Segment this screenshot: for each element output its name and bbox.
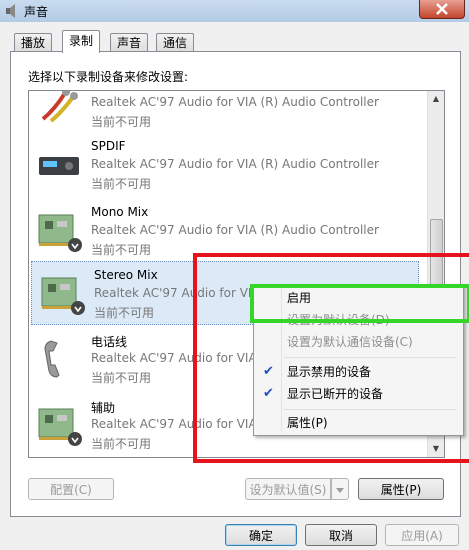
sound-card-icon bbox=[38, 214, 82, 252]
instruction-text: 选择以下录制设备来修改设置: bbox=[28, 70, 189, 84]
context-menu: 启用 设置为默认设备(D) 设置为默认通信设备(C) ✔ 显示禁用的设备 ✔ 显… bbox=[253, 284, 464, 436]
menu-item-set-default-comm-device[interactable]: 设置为默认通信设备(C) bbox=[256, 331, 459, 353]
scroll-up-icon[interactable]: ▲ bbox=[428, 91, 444, 107]
telephone-icon bbox=[44, 340, 60, 378]
checkmark-icon: ✔ bbox=[263, 386, 274, 401]
list-item-spdif[interactable]: SPDIF Realtek AC'97 Audio for VIA (R) Au… bbox=[29, 133, 428, 197]
device-driver: Realtek AC'97 Audio for VIA bbox=[91, 417, 257, 431]
list-item-mono-mix[interactable]: Mono Mix Realtek AC'97 Audio for VIA (R)… bbox=[29, 199, 428, 263]
ok-button[interactable]: 确定 bbox=[225, 524, 297, 546]
menu-separator bbox=[284, 409, 456, 410]
device-driver: Realtek AC'97 Audio for VIA bbox=[94, 286, 260, 300]
device-state: 当前不可用 bbox=[94, 306, 155, 320]
list-item-device[interactable]: Realtek AC'97 Audio for VIA (R) Audio Co… bbox=[29, 91, 428, 135]
tab-communications[interactable]: 通信 bbox=[156, 33, 195, 52]
window-title: 声音 bbox=[24, 5, 49, 19]
device-driver: Realtek AC'97 Audio for VIA bbox=[91, 351, 257, 365]
menu-item-set-default-device[interactable]: 设置为默认设备(D) bbox=[256, 309, 459, 331]
set-default-button[interactable]: 设为默认值(S) bbox=[245, 478, 331, 500]
device-name: SPDIF bbox=[91, 139, 126, 153]
device-state: 当前不可用 bbox=[91, 437, 152, 451]
menu-item-show-disconnected[interactable]: ✔ 显示已断开的设备 bbox=[256, 383, 459, 405]
tab-recording[interactable]: 录制 bbox=[62, 30, 101, 53]
menu-item-show-disabled[interactable]: ✔ 显示禁用的设备 bbox=[256, 361, 459, 383]
close-button[interactable] bbox=[419, 0, 465, 19]
device-state: 当前不可用 bbox=[91, 243, 152, 257]
configure-button[interactable]: 配置(C) bbox=[28, 478, 114, 500]
device-driver: Realtek AC'97 Audio for VIA (R) Audio Co… bbox=[91, 223, 379, 237]
device-name: 电话线 bbox=[91, 335, 128, 349]
device-state: 当前不可用 bbox=[91, 115, 152, 129]
menu-item-properties[interactable]: 属性(P) bbox=[256, 412, 459, 434]
chevron-down-icon bbox=[336, 488, 344, 493]
tab-playback[interactable]: 播放 bbox=[14, 33, 53, 52]
device-driver: Realtek AC'97 Audio for VIA (R) Audio Co… bbox=[91, 95, 379, 109]
menu-separator bbox=[284, 357, 456, 358]
device-name: Mono Mix bbox=[91, 205, 149, 219]
speaker-icon bbox=[6, 4, 15, 18]
title-bar: 声音 bbox=[0, 0, 469, 22]
spdif-device-icon bbox=[39, 157, 79, 175]
rca-cable-icon bbox=[41, 91, 78, 123]
sound-card-icon bbox=[41, 277, 85, 315]
device-driver: Realtek AC'97 Audio for VIA (R) Audio Co… bbox=[91, 157, 379, 171]
device-name: 辅助 bbox=[91, 401, 116, 415]
menu-item-enable[interactable]: 启用 bbox=[256, 287, 459, 309]
scroll-down-icon[interactable]: ▼ bbox=[428, 441, 444, 457]
device-state: 当前不可用 bbox=[91, 177, 152, 191]
device-name: Stereo Mix bbox=[94, 268, 158, 282]
set-default-dropdown[interactable] bbox=[331, 478, 349, 500]
checkmark-icon: ✔ bbox=[263, 364, 274, 379]
properties-button[interactable]: 属性(P) bbox=[358, 478, 444, 500]
close-icon bbox=[436, 3, 448, 15]
apply-button[interactable]: 应用(A) bbox=[385, 524, 459, 546]
device-state: 当前不可用 bbox=[91, 371, 152, 385]
sound-card-icon bbox=[38, 408, 82, 446]
cancel-button[interactable]: 取消 bbox=[305, 524, 377, 546]
tab-sounds[interactable]: 声音 bbox=[110, 33, 149, 52]
